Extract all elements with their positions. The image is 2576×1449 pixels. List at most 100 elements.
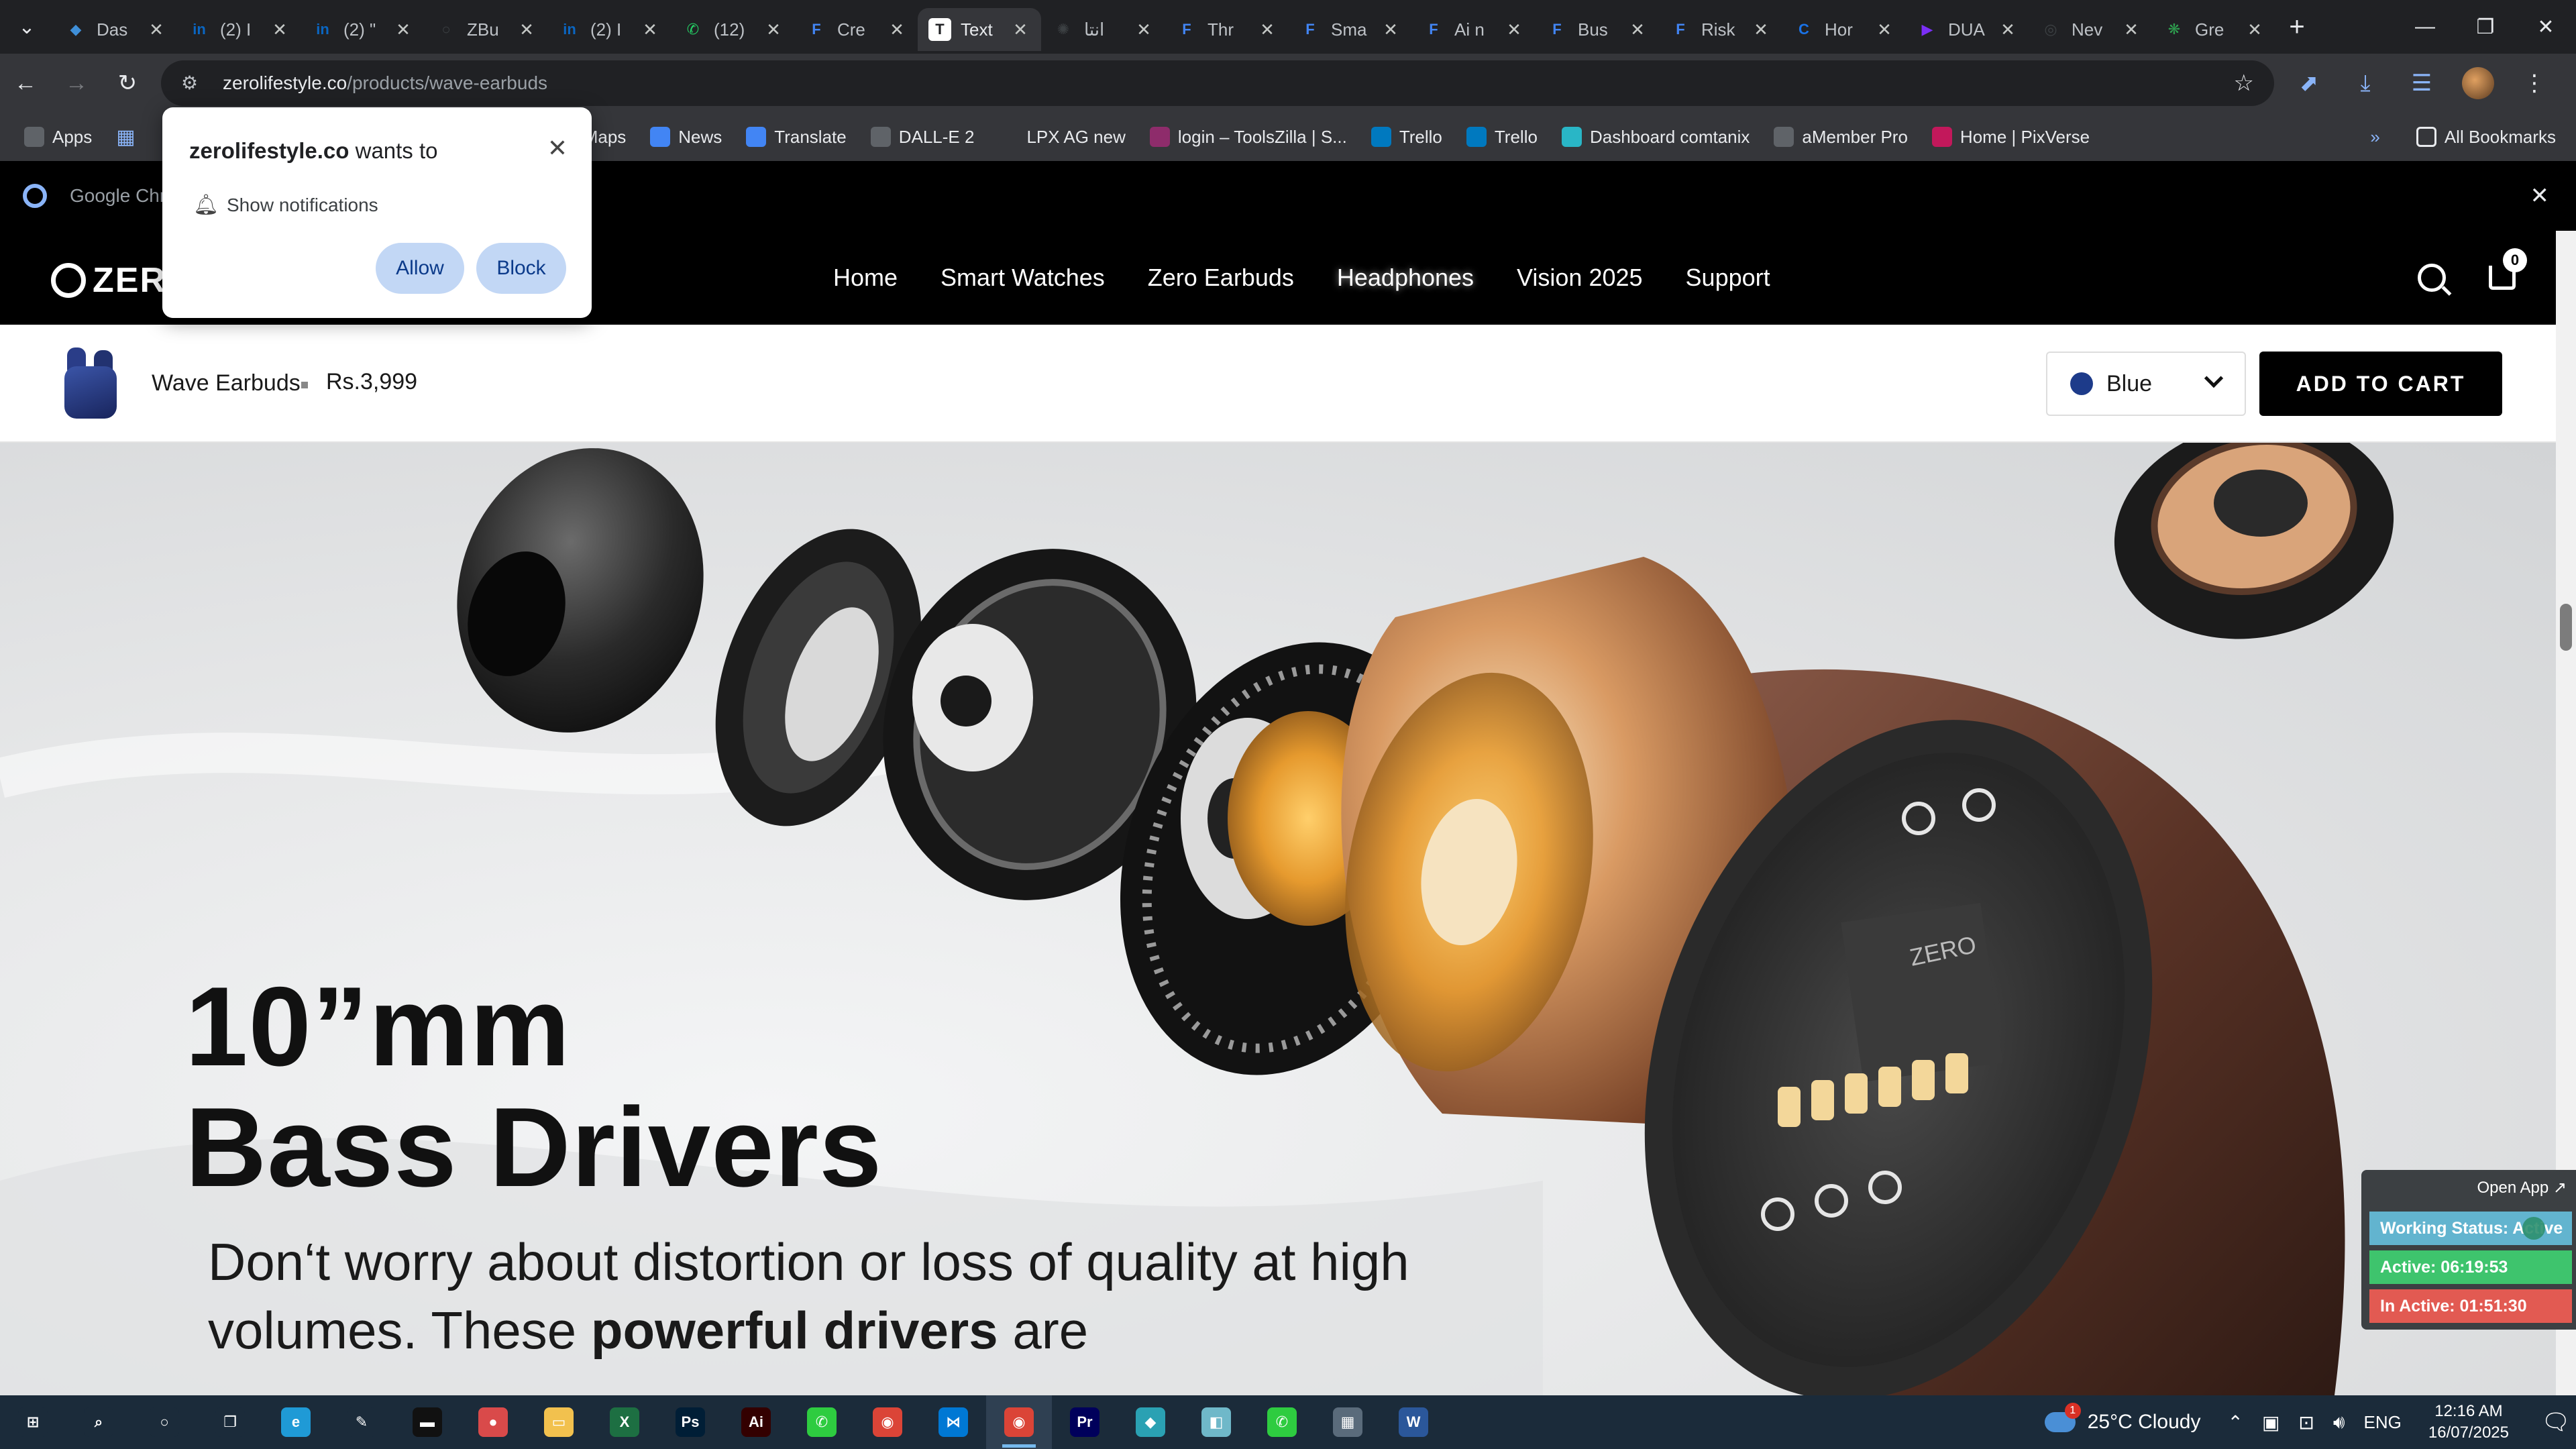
browser-tab[interactable]: in (2) " ✕ bbox=[301, 8, 424, 51]
illustrator-icon[interactable]: Ai bbox=[723, 1395, 789, 1449]
browser-tab[interactable]: F Thr ✕ bbox=[1165, 8, 1288, 51]
tab-close-icon[interactable]: ✕ bbox=[1627, 19, 1648, 40]
infobar-close-icon[interactable]: ✕ bbox=[2530, 182, 2550, 209]
nav-item[interactable]: Smart Watches bbox=[941, 264, 1105, 292]
tab-close-icon[interactable]: ✕ bbox=[763, 19, 784, 40]
tab-close-icon[interactable]: ✕ bbox=[146, 19, 166, 40]
chrome-icon[interactable]: ◉ bbox=[986, 1395, 1052, 1449]
tab-close-icon[interactable]: ✕ bbox=[1381, 19, 1401, 40]
search-icon[interactable]: ⌕ bbox=[66, 1395, 131, 1449]
site-info-icon[interactable]: ⚙ bbox=[181, 72, 204, 95]
browser-tab[interactable]: in (2) I ✕ bbox=[547, 8, 671, 51]
reading-list-icon[interactable]: ☰ bbox=[2394, 70, 2450, 97]
bookmark-item[interactable]: Apps bbox=[24, 127, 92, 148]
nav-item[interactable]: Zero Earbuds bbox=[1148, 264, 1294, 292]
site-logo[interactable]: ZER bbox=[51, 260, 166, 301]
nav-item[interactable]: Vision 2025 bbox=[1517, 264, 1643, 292]
premiere-icon[interactable]: Pr bbox=[1052, 1395, 1118, 1449]
new-tab-button[interactable]: + bbox=[2275, 12, 2318, 42]
more-bookmarks-icon[interactable]: » bbox=[2370, 127, 2379, 148]
scrollbar-thumb[interactable] bbox=[2560, 604, 2572, 651]
browser-tab[interactable]: ◎ Nev ✕ bbox=[2029, 8, 2152, 51]
block-button[interactable]: Block bbox=[476, 243, 566, 294]
task-view-icon[interactable]: ❐ bbox=[197, 1395, 263, 1449]
edge-icon[interactable]: e bbox=[263, 1395, 329, 1449]
address-bar[interactable]: ⚙ zerolifestyle.co/products/wave-earbuds… bbox=[161, 60, 2274, 106]
tab-close-icon[interactable]: ✕ bbox=[393, 19, 413, 40]
tab-close-icon[interactable]: ✕ bbox=[1874, 19, 1894, 40]
terminal-icon[interactable]: ▬ bbox=[394, 1395, 460, 1449]
cart-icon[interactable]: 0 bbox=[2489, 248, 2527, 290]
vscode-icon[interactable]: ⋈ bbox=[920, 1395, 986, 1449]
bookmark-star-icon[interactable]: ☆ bbox=[2234, 70, 2254, 97]
calculator-icon[interactable]: ▦ bbox=[1315, 1395, 1381, 1449]
reload-icon[interactable]: ↻ bbox=[102, 70, 153, 97]
open-app-link[interactable]: Open App ↗ bbox=[2477, 1178, 2567, 1197]
restore-icon[interactable]: ❐ bbox=[2455, 0, 2516, 54]
weather-widget[interactable]: 25°C Cloudy bbox=[2044, 1403, 2200, 1434]
bookmark-item[interactable]: LPX AG new bbox=[998, 127, 1126, 148]
tab-close-icon[interactable]: ✕ bbox=[270, 19, 290, 40]
photoshop-icon[interactable]: Ps bbox=[657, 1395, 723, 1449]
browser-tab[interactable]: F Bus ✕ bbox=[1535, 8, 1658, 51]
tab-close-icon[interactable]: ✕ bbox=[1998, 19, 2018, 40]
browser-tab[interactable]: F Ai n ✕ bbox=[1411, 8, 1535, 51]
bookmark-item[interactable]: News bbox=[650, 127, 722, 148]
tab-close-icon[interactable]: ✕ bbox=[2245, 19, 2265, 40]
browser-tab[interactable]: ❋ Gre ✕ bbox=[2152, 8, 2275, 51]
clock[interactable]: 12:16 AM 16/07/2025 bbox=[2428, 1401, 2509, 1444]
tab-close-icon[interactable]: ✕ bbox=[1010, 19, 1030, 40]
browser-tab[interactable]: C Hor ✕ bbox=[1782, 8, 1905, 51]
allow-button[interactable]: Allow bbox=[376, 243, 464, 294]
nav-item[interactable]: Support bbox=[1686, 264, 1770, 292]
color-variant-select[interactable]: Blue bbox=[2046, 352, 2246, 416]
network-icon[interactable]: ⊡ bbox=[2298, 1411, 2314, 1434]
browser-tab[interactable]: ✺ انتا ✕ bbox=[1041, 8, 1165, 51]
tab-search-chevron-icon[interactable]: ⌄ bbox=[0, 0, 54, 54]
bookmark-item[interactable]: Translate bbox=[746, 127, 847, 148]
tab-close-icon[interactable]: ✕ bbox=[640, 19, 660, 40]
browser-tab[interactable]: ○ ZBu ✕ bbox=[424, 8, 547, 51]
minimize-icon[interactable]: — bbox=[2395, 0, 2455, 54]
chrome-icon[interactable]: ◉ bbox=[855, 1395, 920, 1449]
excel-icon[interactable]: X bbox=[592, 1395, 657, 1449]
browser-tab[interactable]: F Sma ✕ bbox=[1288, 8, 1411, 51]
notification-center-icon[interactable]: 🗨︎ bbox=[2536, 1409, 2576, 1436]
bookmark-item[interactable]: Trello bbox=[1466, 127, 1538, 148]
profile-avatar[interactable] bbox=[2462, 67, 2494, 99]
pen-icon[interactable]: ✎ bbox=[329, 1395, 394, 1449]
status-dot-icon[interactable] bbox=[2522, 1217, 2545, 1240]
tab-close-icon[interactable]: ✕ bbox=[1504, 19, 1524, 40]
browser-tab[interactable]: ▶ DUA ✕ bbox=[1905, 8, 2029, 51]
close-icon[interactable]: ✕ bbox=[547, 134, 568, 162]
tab-close-icon[interactable]: ✕ bbox=[1751, 19, 1771, 40]
chevron-up-icon[interactable]: ⌃ bbox=[2227, 1411, 2243, 1434]
download-icon[interactable]: ⤓ bbox=[2337, 70, 2394, 97]
meet-now-icon[interactable]: ▣ bbox=[2262, 1411, 2279, 1434]
bookmark-item[interactable]: Trello bbox=[1371, 127, 1442, 148]
nav-item[interactable]: Home bbox=[833, 264, 898, 292]
tab-close-icon[interactable]: ✕ bbox=[517, 19, 537, 40]
forward-arrow-icon[interactable]: → bbox=[51, 70, 102, 97]
bookmark-item[interactable]: Dashboard comtanix bbox=[1561, 127, 1750, 148]
all-bookmarks[interactable]: All Bookmarks bbox=[2416, 127, 2556, 148]
extension-icon[interactable]: ⬈ bbox=[2281, 70, 2337, 97]
word-icon[interactable]: W bbox=[1381, 1395, 1446, 1449]
menu-dots-icon[interactable]: ⋮ bbox=[2506, 70, 2563, 97]
volume-icon[interactable]: 🔊︎ bbox=[2333, 1411, 2345, 1434]
tab-close-icon[interactable]: ✕ bbox=[1257, 19, 1277, 40]
bookmark-item[interactable]: DALL-E 2 bbox=[870, 127, 974, 148]
search-icon[interactable] bbox=[2418, 264, 2446, 292]
app-paper-icon[interactable]: ◧ bbox=[1183, 1395, 1249, 1449]
bookmark-item[interactable]: Home | PixVerse bbox=[1931, 127, 2090, 148]
browser-tab[interactable]: ◆ Das ✕ bbox=[54, 8, 177, 51]
windows-start-icon[interactable]: ⊞ bbox=[0, 1395, 66, 1449]
browser-tab[interactable]: in (2) I ✕ bbox=[177, 8, 301, 51]
tab-close-icon[interactable]: ✕ bbox=[1134, 19, 1154, 40]
nav-item[interactable]: Headphones bbox=[1337, 264, 1474, 292]
browser-tab[interactable]: ✆ (12) ✕ bbox=[671, 8, 794, 51]
input-language[interactable]: ENG bbox=[2364, 1412, 2402, 1433]
browser-tab[interactable]: T Text ✕ bbox=[918, 8, 1041, 51]
bookmark-item[interactable]: login – ToolsZilla | S... bbox=[1149, 127, 1347, 148]
teams-icon[interactable]: ● bbox=[460, 1395, 526, 1449]
